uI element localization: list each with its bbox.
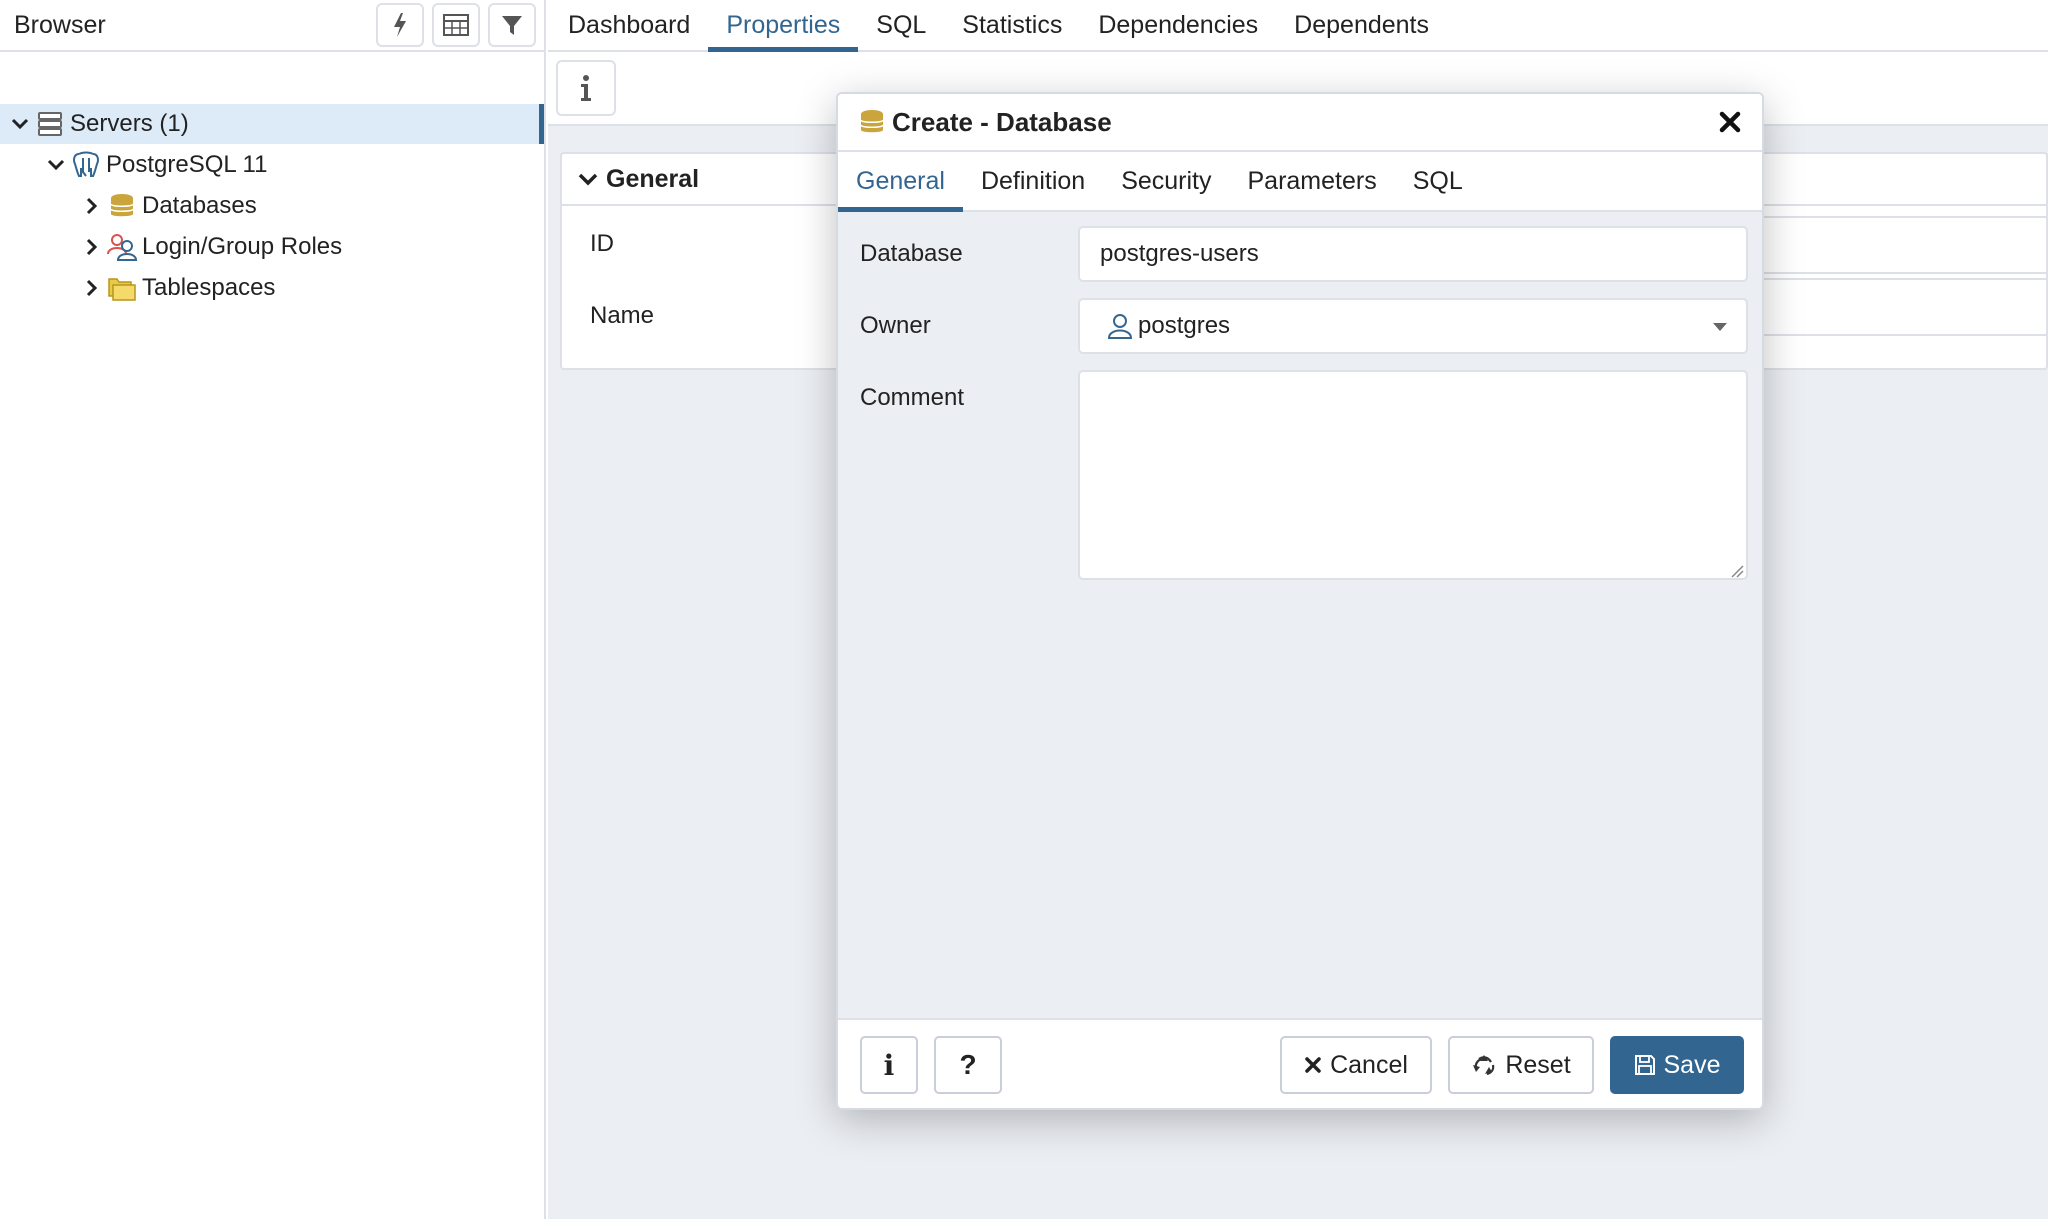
save-button[interactable]: Save [1610,1036,1744,1094]
dialog-help-button[interactable]: ? [934,1036,1002,1094]
dialog-tab-parameters[interactable]: Parameters [1230,152,1395,210]
tree-item-label: Databases [142,192,257,219]
tab-properties[interactable]: Properties [708,0,859,52]
chevron-right-icon[interactable] [78,274,106,302]
servers-icon [34,108,66,140]
property-label-id: ID [590,230,614,257]
tree-item-databases[interactable]: Databases [0,186,257,226]
general-section-title: General [606,164,700,193]
dialog-header[interactable]: Create - Database [838,94,1762,152]
dialog-title: Create - Database [892,106,1112,137]
filter-icon [502,16,522,35]
tab-dependents[interactable]: Dependents [1276,0,1447,50]
floppy-disk-icon [1634,1055,1655,1075]
cancel-label: Cancel [1330,1050,1408,1079]
database-name-input[interactable] [1078,226,1748,282]
property-divider [1742,278,2046,280]
resize-grip-icon[interactable] [1730,564,1744,578]
tree-item-tablespaces[interactable]: Tablespaces [0,268,275,308]
question-icon: ? [959,1049,977,1080]
postgresql-elephant-icon [70,149,102,181]
reset-label: Reset [1505,1050,1571,1079]
tree-item-login-group-roles[interactable]: Login/Group Roles [0,227,342,267]
chevron-right-icon[interactable] [78,233,106,261]
tab-sql[interactable]: SQL [858,0,944,50]
table-icon [443,14,469,36]
tablespaces-folder-icon [106,272,138,304]
property-divider [1742,272,2046,274]
dialog-tab-definition[interactable]: Definition [963,152,1103,210]
query-tool-button[interactable] [376,3,424,47]
tree-item-label: Login/Group Roles [142,233,343,260]
database-icon [860,110,884,133]
chevron-down-icon [578,165,598,194]
tab-statistics[interactable]: Statistics [944,0,1080,50]
property-divider [1742,216,2046,218]
dialog-tab-bar: General Definition Security Parameters S… [838,152,1762,212]
tree-item-label: Tablespaces [142,274,276,301]
group-roles-icon [106,231,138,263]
comment-label: Comment [860,384,965,411]
close-icon [1305,1057,1321,1073]
info-icon [581,75,591,101]
tree-item-servers[interactable]: Servers (1) [0,104,544,144]
tree-item-postgresql-11[interactable]: PostgreSQL 11 [0,145,267,185]
properties-info-button[interactable] [556,60,616,116]
dialog-tab-sql[interactable]: SQL [1395,152,1481,210]
close-icon[interactable] [1716,108,1744,136]
tree-item-label: Servers (1) [70,110,189,137]
filter-button[interactable] [488,3,536,47]
browser-title: Browser [14,10,106,39]
chevron-right-icon[interactable] [78,192,106,220]
browser-header: Browser [0,0,544,52]
main-tab-bar: Dashboard Properties SQL Statistics Depe… [548,0,2048,52]
chevron-down-icon[interactable] [42,151,70,179]
tab-dependencies[interactable]: Dependencies [1080,0,1276,50]
view-data-button[interactable] [432,3,480,47]
dialog-footer: i ? Cancel Reset Save [838,1018,1762,1108]
reset-button[interactable]: Reset [1448,1036,1594,1094]
tree-item-label: PostgreSQL 11 [106,151,268,178]
dialog-tab-general[interactable]: General [838,152,963,212]
caret-down-icon [1713,323,1727,331]
database-label: Database [860,240,963,267]
cancel-button[interactable]: Cancel [1280,1036,1432,1094]
dialog-info-button[interactable]: i [860,1036,918,1094]
chevron-down-icon[interactable] [6,110,34,138]
database-icon [106,190,138,222]
browser-toolbar [376,3,536,47]
recycle-icon [1473,1055,1495,1076]
owner-select[interactable]: postgres [1078,298,1748,354]
property-divider [1742,334,2046,336]
tab-dashboard[interactable]: Dashboard [550,0,708,50]
user-icon [1107,314,1133,339]
browser-panel: Browser Servers (1) PostgreSQL 11 Databa… [0,0,546,1219]
property-label-name: Name [590,302,655,329]
info-icon: i [883,1048,895,1082]
lightning-icon [394,13,406,37]
create-database-dialog: Create - Database General Definition Sec… [836,92,1764,1110]
comment-textarea[interactable] [1078,370,1748,580]
owner-label: Owner [860,312,931,339]
save-label: Save [1663,1050,1721,1079]
owner-value: postgres [1138,312,1231,339]
dialog-tab-security[interactable]: Security [1103,152,1229,210]
